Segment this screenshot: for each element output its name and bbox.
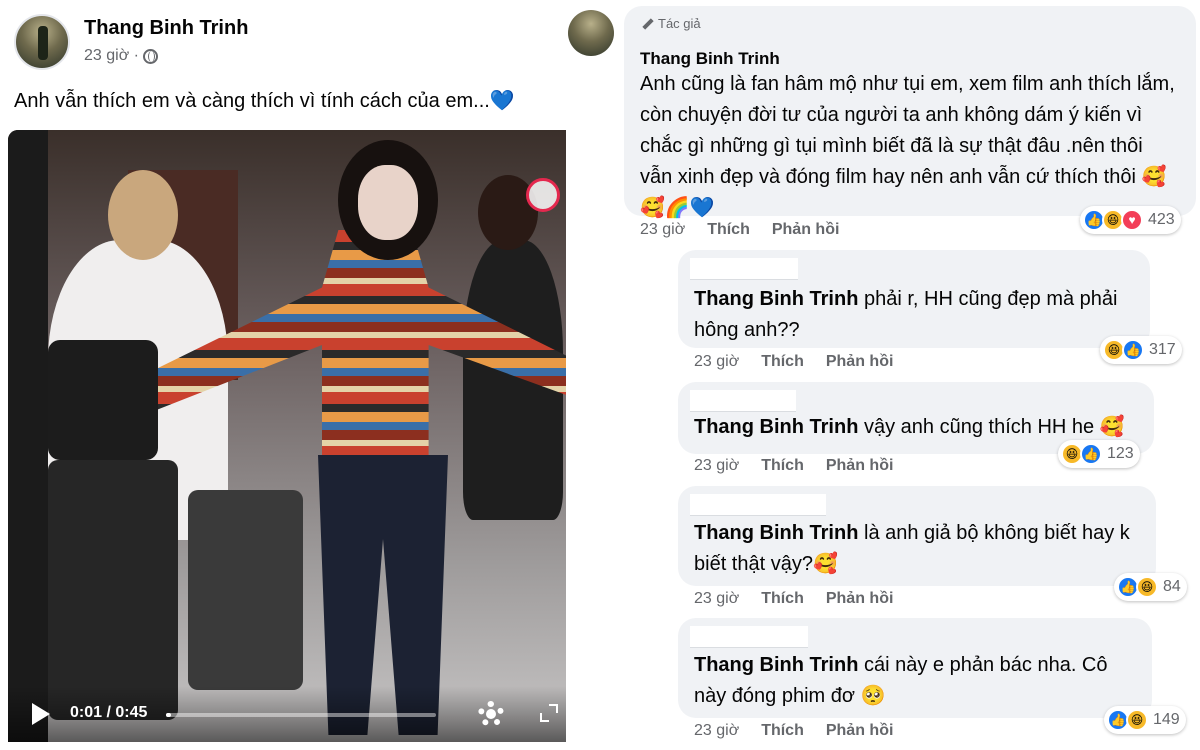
fullscreen-icon[interactable]: [540, 704, 558, 722]
like-button[interactable]: Thích: [761, 457, 804, 475]
author-badge-label: Tác giả: [658, 16, 701, 31]
mention-link[interactable]: Thang Binh Trinh: [694, 522, 858, 544]
redacted-name: [690, 494, 826, 516]
reply-actions: 23 giờ Thích Phản hồi: [694, 722, 893, 740]
like-button[interactable]: Thích: [707, 221, 750, 239]
comment-bubble: Tác giả Thang Binh Trinh Anh cũng là fan…: [624, 6, 1196, 219]
reply-actions: 23 giờ Thích Phản hồi: [694, 353, 893, 371]
reply-text: Thang Binh Trinh phải r, HH cũng đẹp mà …: [694, 288, 1118, 341]
redacted-name: [690, 258, 798, 280]
author-badge: Tác giả: [640, 16, 701, 31]
mention-link[interactable]: Thang Binh Trinh: [694, 288, 858, 310]
reply-bubble: Thang Binh Trinh cái này e phản bác nha.…: [678, 618, 1152, 718]
mention-link[interactable]: Thang Binh Trinh: [694, 654, 858, 676]
haha-reaction-icon: 😆: [1126, 709, 1148, 731]
reply-button[interactable]: Phản hồi: [772, 221, 840, 239]
love-reaction-icon: ♥: [1121, 209, 1143, 231]
reply-text: Thang Binh Trinh cái này e phản bác nha.…: [694, 654, 1108, 707]
reaction-summary[interactable]: 👍 😆 149: [1104, 706, 1186, 734]
reply-time[interactable]: 23 giờ: [694, 353, 739, 371]
commenter-avatar[interactable]: [568, 10, 614, 56]
reaction-count: 149: [1153, 711, 1180, 728]
mention-link[interactable]: Thang Binh Trinh: [694, 416, 858, 438]
reaction-count: 317: [1149, 341, 1176, 358]
watermark-icon: [526, 178, 560, 212]
comments-section: Tác giả Thang Binh Trinh Anh cũng là fan…: [568, 0, 1200, 750]
reaction-summary[interactable]: 👍 😆 ♥ 423: [1080, 206, 1181, 234]
reply-text: Thang Binh Trinh vậy anh cũng thích HH h…: [694, 416, 1125, 438]
reaction-summary[interactable]: 👍 😆 84: [1114, 573, 1187, 601]
post-meta: 23 giờ ·: [84, 47, 158, 65]
comment-time[interactable]: 23 giờ: [640, 221, 685, 239]
reaction-summary[interactable]: 😆 👍 317: [1100, 336, 1182, 364]
reply-actions: 23 giờ Thích Phản hồi: [694, 590, 893, 608]
like-button[interactable]: Thích: [761, 353, 804, 371]
post-card: Thang Binh Trinh 23 giờ · Anh vẫn thích …: [0, 0, 580, 750]
reply-time[interactable]: 23 giờ: [694, 722, 739, 740]
like-button[interactable]: Thích: [761, 722, 804, 740]
reply-button[interactable]: Phản hồi: [826, 353, 894, 371]
video-time: 0:01 / 0:45: [70, 704, 148, 721]
comment-author[interactable]: Thang Binh Trinh: [640, 49, 780, 69]
reaction-count: 423: [1148, 211, 1175, 228]
reply-button[interactable]: Phản hồi: [826, 722, 894, 740]
comment-text: Anh cũng là fan hâm mộ như tụi em, xem f…: [640, 73, 1175, 219]
globe-icon: [142, 48, 158, 64]
post-caption: Anh vẫn thích em và càng thích vì tính c…: [14, 90, 515, 112]
reply-button[interactable]: Phản hồi: [826, 590, 894, 608]
reply-bubble: Thang Binh Trinh phải r, HH cũng đẹp mà …: [678, 250, 1150, 348]
redacted-name: [690, 626, 808, 648]
haha-reaction-icon: 😆: [1136, 576, 1158, 598]
author-avatar[interactable]: [14, 14, 70, 70]
reply-button[interactable]: Phản hồi: [826, 457, 894, 475]
post-timestamp[interactable]: 23 giờ ·: [84, 47, 139, 65]
post-author-name[interactable]: Thang Binh Trinh: [84, 17, 248, 40]
pen-icon: [640, 17, 654, 31]
reply-time[interactable]: 23 giờ: [694, 590, 739, 608]
video-progress-fill: [166, 713, 172, 717]
reply-actions: 23 giờ Thích Phản hồi: [694, 457, 893, 475]
video-controls: 0:01 / 0:45: [8, 686, 566, 742]
play-icon[interactable]: [32, 703, 50, 725]
video-player[interactable]: 0:01 / 0:45: [8, 130, 566, 742]
gear-icon[interactable]: [478, 701, 504, 727]
reaction-count: 123: [1107, 445, 1134, 462]
redacted-name: [690, 390, 796, 412]
reply-text: Thang Binh Trinh là anh giả bộ không biế…: [694, 522, 1130, 575]
reaction-count: 84: [1163, 578, 1181, 595]
reply-time[interactable]: 23 giờ: [694, 457, 739, 475]
like-reaction-icon: 👍: [1080, 443, 1102, 465]
reply-bubble: Thang Binh Trinh là anh giả bộ không biế…: [678, 486, 1156, 586]
like-button[interactable]: Thích: [761, 590, 804, 608]
video-progress-bar[interactable]: [166, 713, 436, 717]
comment-actions: 23 giờ Thích Phản hồi: [640, 221, 839, 239]
reaction-summary[interactable]: 😆 👍 123: [1058, 440, 1140, 468]
like-reaction-icon: 👍: [1122, 339, 1144, 361]
